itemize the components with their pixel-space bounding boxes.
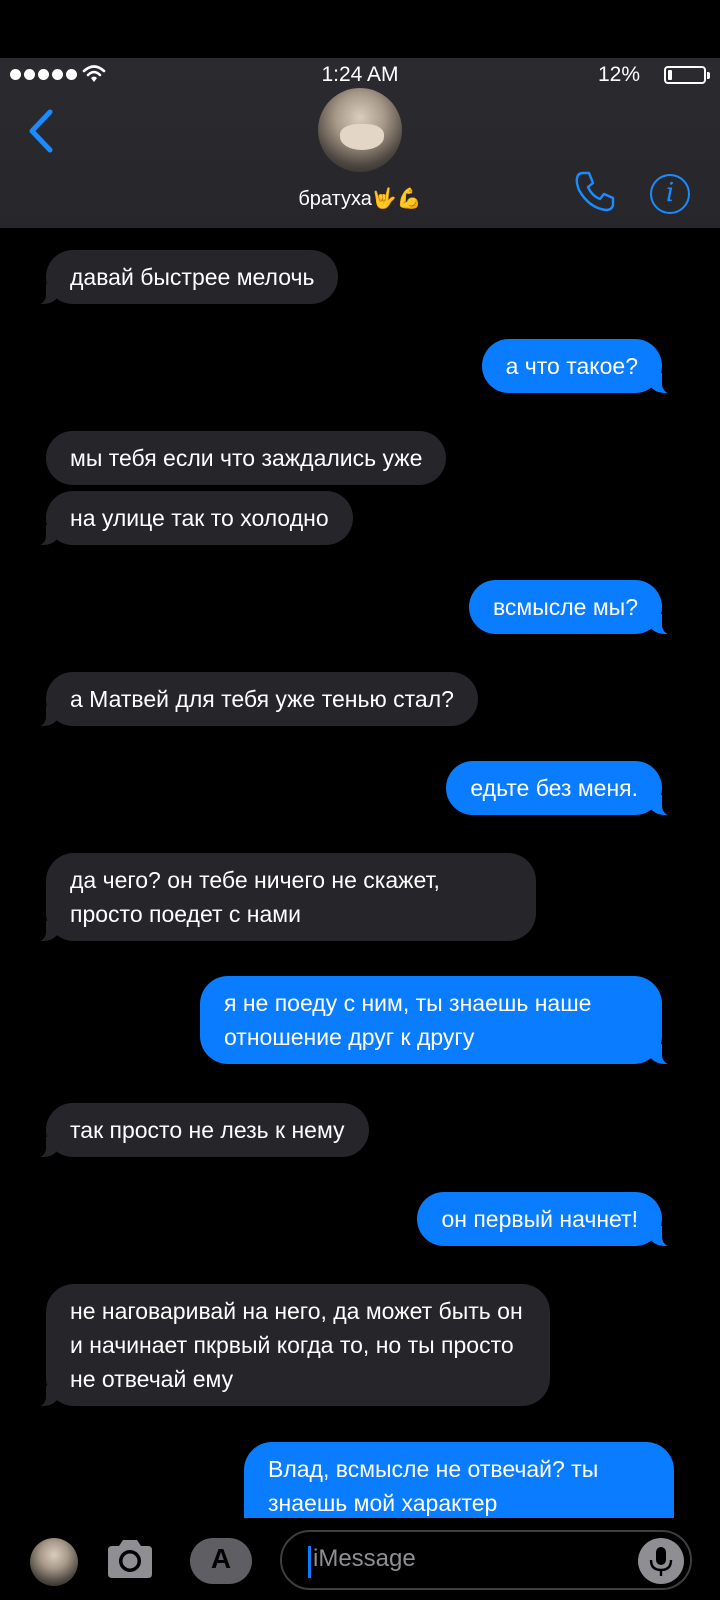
status-bar: 1:24 AM 12% bbox=[0, 58, 720, 92]
message-incoming[interactable]: давай быстрее мелочь bbox=[33, 250, 339, 305]
contact-avatar[interactable] bbox=[318, 88, 402, 172]
conversation-header: 1:24 AM 12% братуха🤟💪 i bbox=[0, 58, 720, 228]
info-icon[interactable]: i bbox=[650, 174, 690, 214]
message-outgoing[interactable]: едьте без меня. bbox=[446, 761, 674, 816]
contact-name: братуха bbox=[298, 188, 372, 210]
message-outgoing[interactable]: Влад, всмысле не отвечай? ты знаешь мой … bbox=[244, 1442, 674, 1522]
battery-icon bbox=[664, 66, 710, 84]
message-input-placeholder: iMessage bbox=[313, 1545, 416, 1572]
back-chevron-icon[interactable] bbox=[24, 106, 58, 156]
message-incoming[interactable]: мы тебя если что заждались уже bbox=[46, 431, 447, 485]
camera-icon[interactable] bbox=[104, 1536, 156, 1582]
message-incoming[interactable]: так просто не лезь к нему bbox=[34, 1103, 369, 1158]
memoji-avatar-button[interactable] bbox=[30, 1538, 78, 1586]
message-incoming[interactable]: а Матвей для тебя уже тенью стал? bbox=[34, 672, 478, 727]
message-outgoing[interactable]: он первый начнет! bbox=[417, 1192, 674, 1247]
message-outgoing[interactable]: а что такое? bbox=[481, 339, 675, 394]
contact-emojis: 🤟💪 bbox=[371, 188, 422, 210]
microphone-icon[interactable] bbox=[638, 1538, 684, 1584]
text-caret bbox=[308, 1546, 311, 1578]
composer-bar: A iMessage bbox=[0, 1518, 720, 1600]
battery-percentage: 12% bbox=[597, 63, 640, 86]
phone-icon[interactable] bbox=[572, 168, 618, 214]
message-incoming[interactable]: на улице так то холодно bbox=[34, 491, 353, 546]
message-outgoing[interactable]: всмысле мы? bbox=[468, 580, 675, 635]
message-input[interactable]: iMessage bbox=[280, 1530, 692, 1590]
message-incoming[interactable]: не наговаривай на него, да может быть он… bbox=[34, 1284, 550, 1407]
message-outgoing[interactable]: я не поеду с ним, ты знаешь наше отношен… bbox=[200, 976, 674, 1065]
message-incoming[interactable]: да чего? он тебе ничего не скажет, прост… bbox=[34, 853, 536, 942]
app-store-icon[interactable]: A bbox=[190, 1538, 252, 1584]
